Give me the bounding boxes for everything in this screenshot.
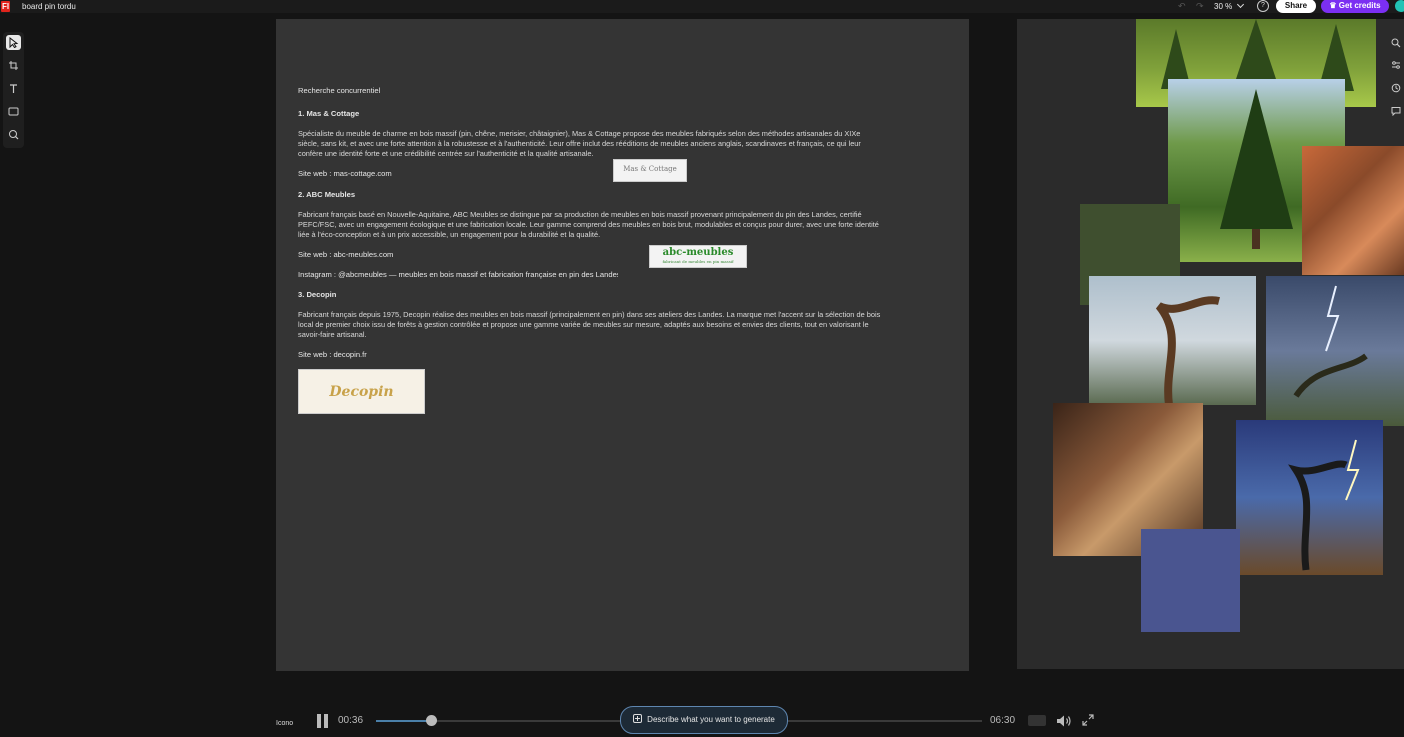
section-body: Fabricant français depuis 1975, Decopin … [298,310,881,339]
night-pine-image[interactable] [1236,420,1383,575]
total-time: 06:30 [990,715,1016,726]
undo-redo-icons[interactable]: ↶ ↷ [1178,0,1208,12]
generate-image-tool[interactable] [6,127,21,142]
layer-label: Icono [276,720,294,727]
section-site-link[interactable]: Site web : decopin.fr [298,350,367,360]
magic-image-icon [9,130,19,140]
help-icon[interactable]: ? [1257,0,1269,12]
mas-cottage-logo: Mas & Cottage [613,159,687,182]
history-icon[interactable] [1391,83,1401,93]
app-logo[interactable]: Fl [1,1,10,12]
section-heading: 1. Mas & Cottage [298,109,360,118]
document-title[interactable]: board pin tordu [22,1,76,12]
abc-meubles-logo: abc-meubles fabricant de meubles en pin … [649,245,747,268]
blue-swatch[interactable] [1141,529,1240,632]
current-time: 00:36 [338,715,364,726]
generate-prompt-button[interactable]: Describe what you want to generate [620,706,788,734]
rectangle-icon [8,107,19,116]
share-button[interactable]: Share [1276,0,1316,13]
section-site-link[interactable]: Site web : mas-cottage.com [298,169,392,179]
comment-icon[interactable] [1391,106,1401,116]
captions-button[interactable] [1028,715,1046,726]
shape-tool[interactable] [6,104,21,119]
zoom-level: 30 % [1214,2,1233,11]
frame-icon [9,61,18,70]
section-heading: 2. ABC Meubles [298,190,356,199]
select-tool[interactable] [6,35,21,50]
search-icon[interactable] [1391,38,1401,48]
frame-tool[interactable] [6,58,21,73]
section-site-link[interactable]: Site web : abc-meubles.com [298,250,393,260]
get-credits-button[interactable]: ♛ Get credits [1321,0,1389,13]
doc-title: Recherche concurrentiel [298,86,381,95]
document-page[interactable]: Recherche concurrentiel 1. Mas & Cottage… [276,19,969,671]
pause-button[interactable] [317,714,329,728]
adjust-icon[interactable] [1391,60,1401,70]
pine-bark-image[interactable] [1302,146,1404,275]
storm-pine-image[interactable] [1266,276,1404,426]
section-body: Fabricant français basé en Nouvelle-Aqui… [298,210,879,239]
night-tree-icon [1288,439,1360,571]
seek-thumb[interactable] [425,715,437,726]
section-body: Spécialiste du meuble de charme en bois … [298,129,861,158]
twisted-tree-icon [1155,296,1220,405]
chevron-down-icon [1237,0,1245,9]
zoom-level-dropdown[interactable]: 30 % [1214,0,1245,12]
twisted-pine-image[interactable] [1089,276,1256,405]
tool-rail [3,32,24,148]
video-player-bar: Icono 00:36 Describe what you want to ge… [276,706,1404,737]
generate-prompt-label: Describe what you want to generate [647,715,775,724]
volume-icon[interactable] [1056,714,1072,728]
section-heading: 3. Decopin [298,290,337,299]
seek-progress [376,720,431,722]
right-tool-bar [1387,33,1404,123]
pointer-icon [9,37,19,48]
text-icon [10,84,17,93]
lightning-tree-icon [1293,285,1368,398]
section-instagram: Instagram : @abcmeubles — meubles en boi… [298,270,618,279]
fullscreen-icon[interactable] [1082,714,1094,726]
top-bar: Fl board pin tordu ↶ ↷ 30 % ? Share ♛ Ge… [0,0,1404,13]
decopin-logo: Decopin [298,369,425,414]
avatar[interactable] [1395,0,1404,12]
text-tool[interactable] [6,81,21,96]
sparkle-icon [633,714,643,723]
